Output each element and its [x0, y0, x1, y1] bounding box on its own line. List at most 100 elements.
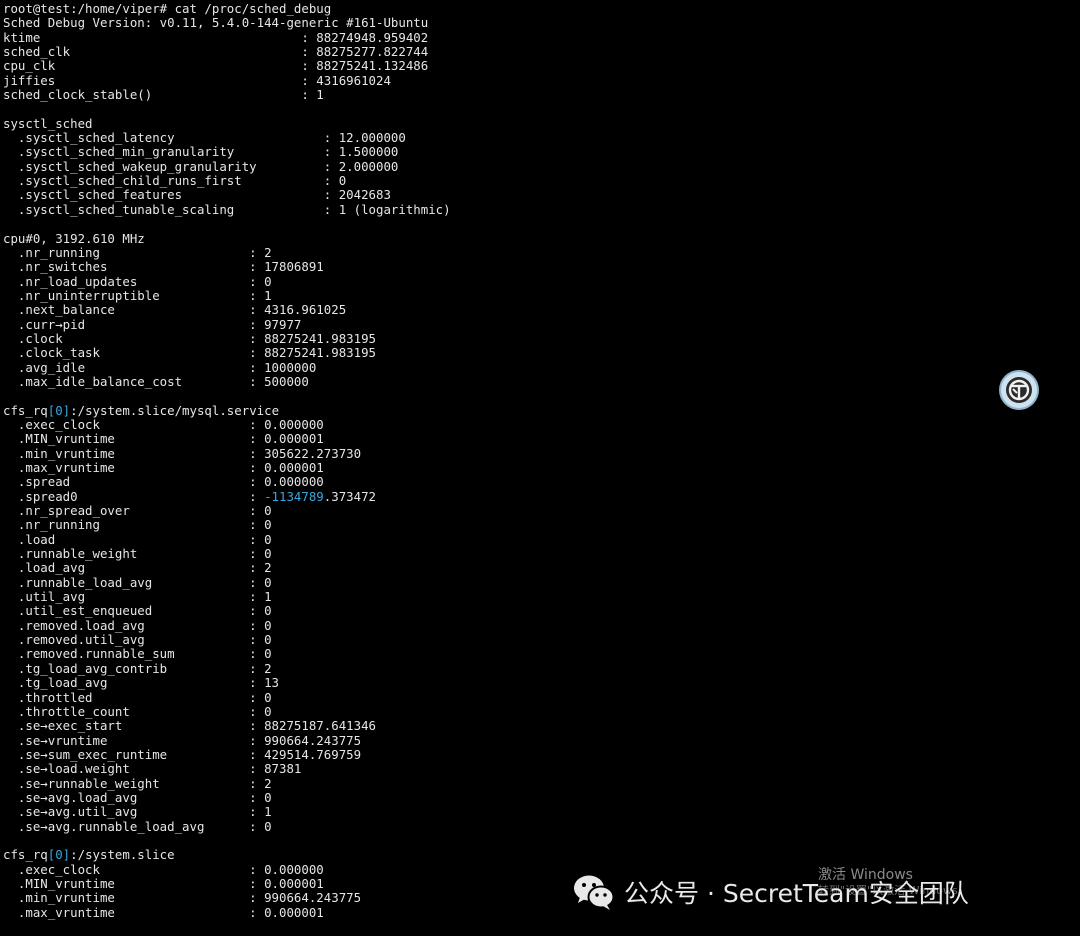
terminal-text: jiffies : 4316961024 [3, 72, 391, 88]
terminal-text: .clock_task : 88275241.983195 [3, 345, 376, 361]
terminal-line: .curr→pid : 97977 [3, 316, 1080, 332]
terminal-line: .MIN_vruntime : 0.000001 [3, 432, 1080, 446]
terminal-line: .se→sum_exec_runtime : 429514.769759 [3, 746, 1080, 762]
terminal-text: .MIN_vruntime : 0.000001 [3, 431, 324, 447]
terminal-text: .removed.runnable_sum : 0 [3, 646, 272, 662]
terminal-text: .se→vruntime : 990664.243775 [3, 732, 362, 748]
wechat-account-text: 公众号 · SecretTeam安全团队 [624, 879, 969, 908]
terminal-line: .runnable_weight : 0 [3, 546, 1080, 562]
terminal-line: ktime : 88274948.959402 [3, 30, 1080, 45]
terminal-line: .sysctl_sched_child_runs_first : 0 [3, 173, 1080, 189]
highlighted-text: -1134789 [264, 488, 324, 504]
terminal-line: .se→avg.util_avg : 1 [3, 805, 1080, 819]
terminal-line: .clock_task : 88275241.983195 [3, 346, 1080, 360]
terminal-text: .nr_running : 2 [3, 244, 272, 260]
terminal-output: root@test:/home/viper# cat /proc/sched_d… [3, 1, 1080, 920]
terminal-text: .load_avg : 2 [3, 560, 272, 576]
terminal-text: :/system.slice [70, 847, 175, 863]
terminal-line: .removed.util_avg : 0 [3, 632, 1080, 647]
terminal-line: .nr_uninterruptible : 1 [3, 287, 1080, 303]
terminal-text: .MIN_vruntime : 0.000001 [3, 875, 324, 891]
terminal-line: cfs_rq[0]:/system.slice [3, 848, 1080, 862]
terminal-line: .se→runnable_weight : 2 [3, 775, 1080, 791]
terminal-text: .nr_uninterruptible : 1 [3, 287, 272, 303]
terminal-text: sched_clk : 88275277.822744 [3, 44, 429, 60]
terminal-line: sysctl_sched [3, 115, 1080, 131]
terminal-text: .clock : 88275241.983195 [3, 330, 376, 346]
terminal-text: .nr_spread_over : 0 [3, 503, 272, 519]
terminal-line: root@test:/home/viper# cat /proc/sched_d… [3, 1, 1080, 16]
terminal-line: .clock : 88275241.983195 [3, 330, 1080, 346]
floating-assistant-button[interactable] [1001, 372, 1037, 408]
terminal-text: .tg_load_avg_contrib : 2 [3, 660, 272, 676]
terminal-line: cpu_clk : 88275241.132486 [3, 59, 1080, 73]
terminal-line: .se→load.weight : 87381 [3, 762, 1080, 776]
terminal-line: .load_avg : 2 [3, 561, 1080, 575]
terminal-line: .max_idle_balance_cost : 500000 [3, 373, 1080, 389]
terminal-text: cfs_rq [3, 847, 48, 863]
terminal-text: sysctl_sched [3, 115, 93, 131]
terminal-text: .exec_clock : 0.000000 [3, 416, 324, 432]
terminal-text: .next_balance : 4316.961025 [3, 302, 347, 318]
terminal-line: .tg_load_avg : 13 [3, 675, 1080, 691]
terminal-line: .se→avg.load_avg : 0 [3, 790, 1080, 805]
terminal-text: sched_clock_stable() : 1 [3, 87, 324, 103]
terminal-window[interactable]: root@test:/home/viper# cat /proc/sched_d… [0, 0, 1080, 936]
terminal-line: jiffies : 4316961024 [3, 72, 1080, 88]
terminal-text: .util_avg : 1 [3, 589, 272, 605]
highlighted-text: [0] [47, 847, 71, 863]
terminal-line: .nr_spread_over : 0 [3, 503, 1080, 519]
terminal-text: .util_est_enqueued : 0 [3, 603, 272, 619]
terminal-line: .removed.runnable_sum : 0 [3, 647, 1080, 661]
terminal-line: .max_vruntime : 0.000001 [3, 460, 1080, 475]
terminal-text: .se→avg.util_avg : 1 [3, 804, 272, 820]
terminal-text: .max_vruntime : 0.000001 [3, 904, 324, 920]
terminal-text: :/system.slice/mysql.service [70, 402, 280, 418]
terminal-text: .min_vruntime : 305622.273730 [3, 445, 362, 461]
terminal-line: .se→exec_start : 88275187.641346 [3, 719, 1080, 733]
terminal-line: .sysctl_sched_min_granularity : 1.500000 [3, 145, 1080, 159]
terminal-text: .throttled : 0 [3, 689, 272, 705]
terminal-line: sched_clock_stable() : 1 [3, 87, 1080, 103]
terminal-text: .nr_running : 0 [3, 517, 272, 533]
terminal-line: .throttle_count : 0 [3, 704, 1080, 719]
terminal-line: .nr_switches : 17806891 [3, 260, 1080, 274]
terminal-line: .se→vruntime : 990664.243775 [3, 732, 1080, 748]
terminal-text: cfs_rq [3, 402, 48, 418]
terminal-line: .nr_running : 2 [3, 244, 1080, 260]
terminal-text: .se→load.weight : 87381 [3, 761, 302, 777]
terminal-text: Sched Debug Version: v0.11, 5.4.0-144-ge… [3, 15, 429, 31]
terminal-text: .spread : 0.000000 [3, 474, 324, 490]
terminal-text: .sysctl_sched_wakeup_granularity : 2.000… [3, 158, 399, 174]
terminal-text: .373472 [323, 488, 376, 504]
terminal-text: .load : 0 [3, 531, 272, 547]
terminal-text: .tg_load_avg : 13 [3, 675, 280, 691]
terminal-line: .tg_load_avg_contrib : 2 [3, 660, 1080, 676]
terminal-text: .removed.load_avg : 0 [3, 617, 272, 633]
terminal-line: .next_balance : 4316.961025 [3, 303, 1080, 317]
terminal-line: .util_avg : 1 [3, 589, 1080, 605]
highlighted-text: [0] [47, 402, 71, 418]
terminal-text: .runnable_weight : 0 [3, 546, 272, 562]
terminal-text: .sysctl_sched_features : 2042683 [3, 187, 391, 203]
terminal-text: .runnable_load_avg : 0 [3, 574, 272, 590]
terminal-text: .max_idle_balance_cost : 500000 [3, 373, 309, 389]
terminal-text: .se→sum_exec_runtime : 429514.769759 [3, 746, 362, 762]
terminal-line: .min_vruntime : 305622.273730 [3, 445, 1080, 461]
terminal-line: .load : 0 [3, 531, 1080, 547]
terminal-text: .min_vruntime : 990664.243775 [3, 890, 362, 906]
terminal-text: .sysctl_sched_child_runs_first : 0 [3, 173, 347, 189]
terminal-text: root@test:/home/viper# cat /proc/sched_d… [3, 1, 332, 16]
terminal-text: .avg_idle : 1000000 [3, 359, 317, 375]
terminal-line: .sysctl_sched_tunable_scaling : 1 (logar… [3, 202, 1080, 217]
terminal-text: .se→runnable_weight : 2 [3, 775, 272, 791]
terminal-text: cpu#0, 3192.610 MHz [3, 230, 145, 246]
wechat-account-watermark: 公众号 · SecretTeam安全团队 [572, 870, 969, 914]
terminal-line: .sysctl_sched_wakeup_granularity : 2.000… [3, 158, 1080, 174]
terminal-line: .spread0 : -1134789.373472 [3, 488, 1080, 504]
terminal-line: Sched Debug Version: v0.11, 5.4.0-144-ge… [3, 16, 1080, 30]
terminal-text: .curr→pid : 97977 [3, 316, 302, 332]
